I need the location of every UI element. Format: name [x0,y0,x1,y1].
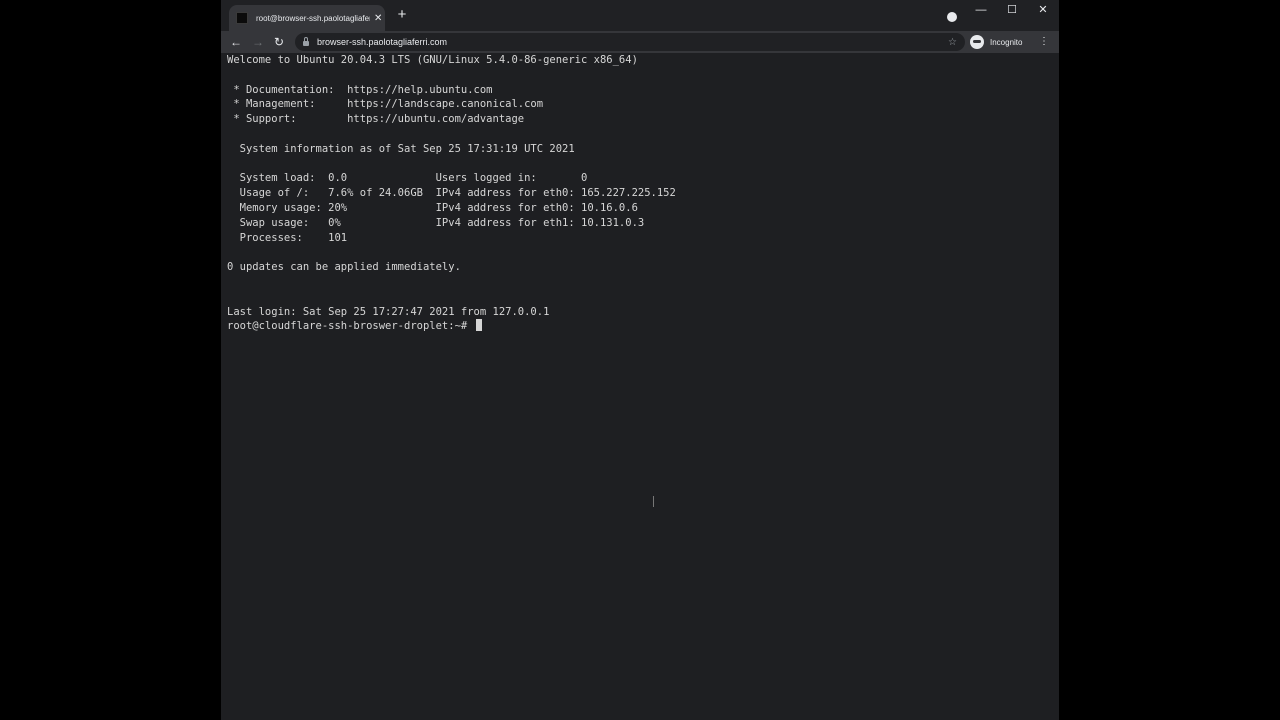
tab-ssh-session[interactable]: root@browser-ssh.paolotagliaferri.com ✕ [229,5,385,31]
terminal-line: 0 updates can be applied immediately. [227,261,461,274]
lock-icon[interactable] [303,36,309,46]
terminal-cursor [475,319,482,332]
terminal-line: * Management: https://landscape.canonica… [227,98,544,111]
terminal-line: Welcome to Ubuntu 20.04.3 LTS (GNU/Linux… [227,54,638,66]
browser-window: root@browser-ssh.paolotagliaferri.com ✕ … [221,0,1059,720]
forward-button[interactable]: → [250,34,266,50]
terminal-line: * Support: https://ubuntu.com/advantage [227,113,525,126]
terminal-prompt-line[interactable]: root@cloudflare-ssh-broswer-droplet:~# [227,319,676,334]
incognito-icon [970,35,984,49]
terminal-prompt: root@cloudflare-ssh-broswer-droplet:~# [227,320,468,333]
terminal-line: * Documentation: https://help.ubuntu.com [227,83,493,96]
media-indicator-icon[interactable] [947,12,957,22]
minimize-button[interactable]: — [971,2,991,18]
maximize-button[interactable]: ☐ [1002,2,1022,18]
terminal-output: Welcome to Ubuntu 20.04.3 LTS (GNU/Linux… [227,53,676,334]
browser-menu-button[interactable]: ⋮ [1039,34,1049,50]
incognito-label: Incognito [990,37,1023,47]
terminal-line: Processes: 101 [227,231,348,244]
address-bar[interactable]: browser-ssh.paolotagliaferri.com ☆ [295,33,965,51]
tab-close-icon[interactable]: ✕ [374,13,382,24]
terminal-favicon-icon [236,12,248,24]
mouse-cursor-icon [653,496,654,507]
reload-button[interactable]: ↻ [271,34,287,50]
terminal-line: Swap usage: 0% IPv4 address for eth1: 10… [227,216,645,229]
close-window-button[interactable]: ✕ [1033,2,1053,18]
tab-title: root@browser-ssh.paolotagliaferri.com [256,13,370,23]
new-tab-button[interactable]: + [395,7,409,22]
title-bar: root@browser-ssh.paolotagliaferri.com ✕ … [221,0,1059,31]
browser-toolbar: ← → ↻ browser-ssh.paolotagliaferri.com ☆… [221,31,1059,53]
terminal-line: Memory usage: 20% IPv4 address for eth0:… [227,201,638,214]
terminal-line: Usage of /: 7.6% of 24.06GB IPv4 address… [227,187,676,200]
incognito-indicator[interactable]: Incognito [970,34,1022,50]
url-text: browser-ssh.paolotagliaferri.com [317,37,448,47]
terminal-line: System load: 0.0 Users logged in: 0 [227,172,588,185]
terminal-line: System information as of Sat Sep 25 17:3… [227,142,575,155]
terminal-area[interactable]: Welcome to Ubuntu 20.04.3 LTS (GNU/Linux… [221,53,1059,720]
terminal-line: Last login: Sat Sep 25 17:27:47 2021 fro… [227,305,550,318]
back-button[interactable]: ← [228,34,244,50]
bookmark-star-icon[interactable]: ☆ [948,37,957,48]
